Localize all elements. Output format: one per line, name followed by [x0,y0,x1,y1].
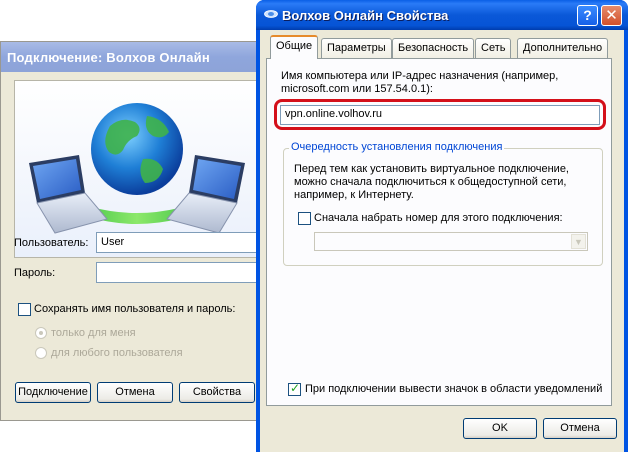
show-icon-checkbox[interactable] [288,381,301,396]
user-input[interactable]: User [96,232,264,253]
chevron-down-icon[interactable]: ▼ [571,234,586,249]
password-input[interactable] [96,262,264,283]
properties-cancel-button[interactable]: Отмена [543,418,617,439]
tab-advanced[interactable]: Дополнительно [517,38,609,58]
group-text-line2: можно сначала подключиться к общедоступн… [294,176,567,188]
radio-me-only-label: только для меня [51,327,136,339]
ok-button[interactable]: OK [463,418,537,439]
dial-first-label: Сначала набрать номер для этого подключе… [314,212,563,224]
save-credentials-checkbox[interactable] [18,303,31,316]
dial-order-group-title: Очередность установления подключения [289,141,505,153]
group-text-line1: Перед тем как установить виртуальное под… [294,163,569,175]
radio-any-user[interactable] [35,347,47,359]
tab-general[interactable]: Общие [270,35,319,59]
password-label: Пароль: [14,267,56,279]
user-label: Пользователь: [14,237,89,249]
close-button[interactable]: ✕ [601,5,622,26]
dial-first-combo[interactable]: ▼ [314,232,588,251]
save-credentials-label: Сохранять имя пользователя и пароль: [34,303,236,315]
tab-options[interactable]: Параметры [321,38,392,58]
properties-dialog: Волхов Онлайн Свойства ? ✕ Общие Парамет… [256,0,628,452]
properties-button[interactable]: Свойства [179,382,255,403]
connect-dialog: Подключение: Волхов Онлайн Пользователь:… [0,41,264,421]
properties-dialog-client: Общие Параметры Безопасность Сеть Дополн… [260,30,624,452]
dial-first-checkbox[interactable] [298,212,311,225]
general-tab-panel: Имя компьютера или IP-адрес назначения (… [266,58,612,406]
radio-me-only[interactable] [35,327,47,339]
host-input[interactable]: vpn.online.volhov.ru [280,105,600,125]
show-icon-label: При подключении вывести значок в области… [305,383,603,395]
network-connection-icon [264,10,278,18]
tab-security[interactable]: Безопасность [392,38,475,58]
host-label-line2: microsoft.com или 157.54.0.1): [281,83,433,95]
tab-network[interactable]: Сеть [475,38,512,58]
help-button[interactable]: ? [577,5,598,26]
properties-dialog-title: Волхов Онлайн Свойства [282,8,449,23]
radio-any-user-label: для любого пользователя [51,347,183,359]
connect-cancel-button[interactable]: Отмена [97,382,173,403]
host-label-line1: Имя компьютера или IP-адрес назначения (… [281,70,559,82]
properties-dialog-titlebar[interactable]: Волхов Онлайн Свойства ? ✕ [256,0,628,30]
group-text-line3: например, к Интернету. [294,189,414,201]
connect-button[interactable]: Подключение [15,382,91,403]
connect-dialog-titlebar[interactable]: Подключение: Волхов Онлайн [1,42,262,72]
connect-dialog-title: Подключение: Волхов Онлайн [7,50,210,65]
